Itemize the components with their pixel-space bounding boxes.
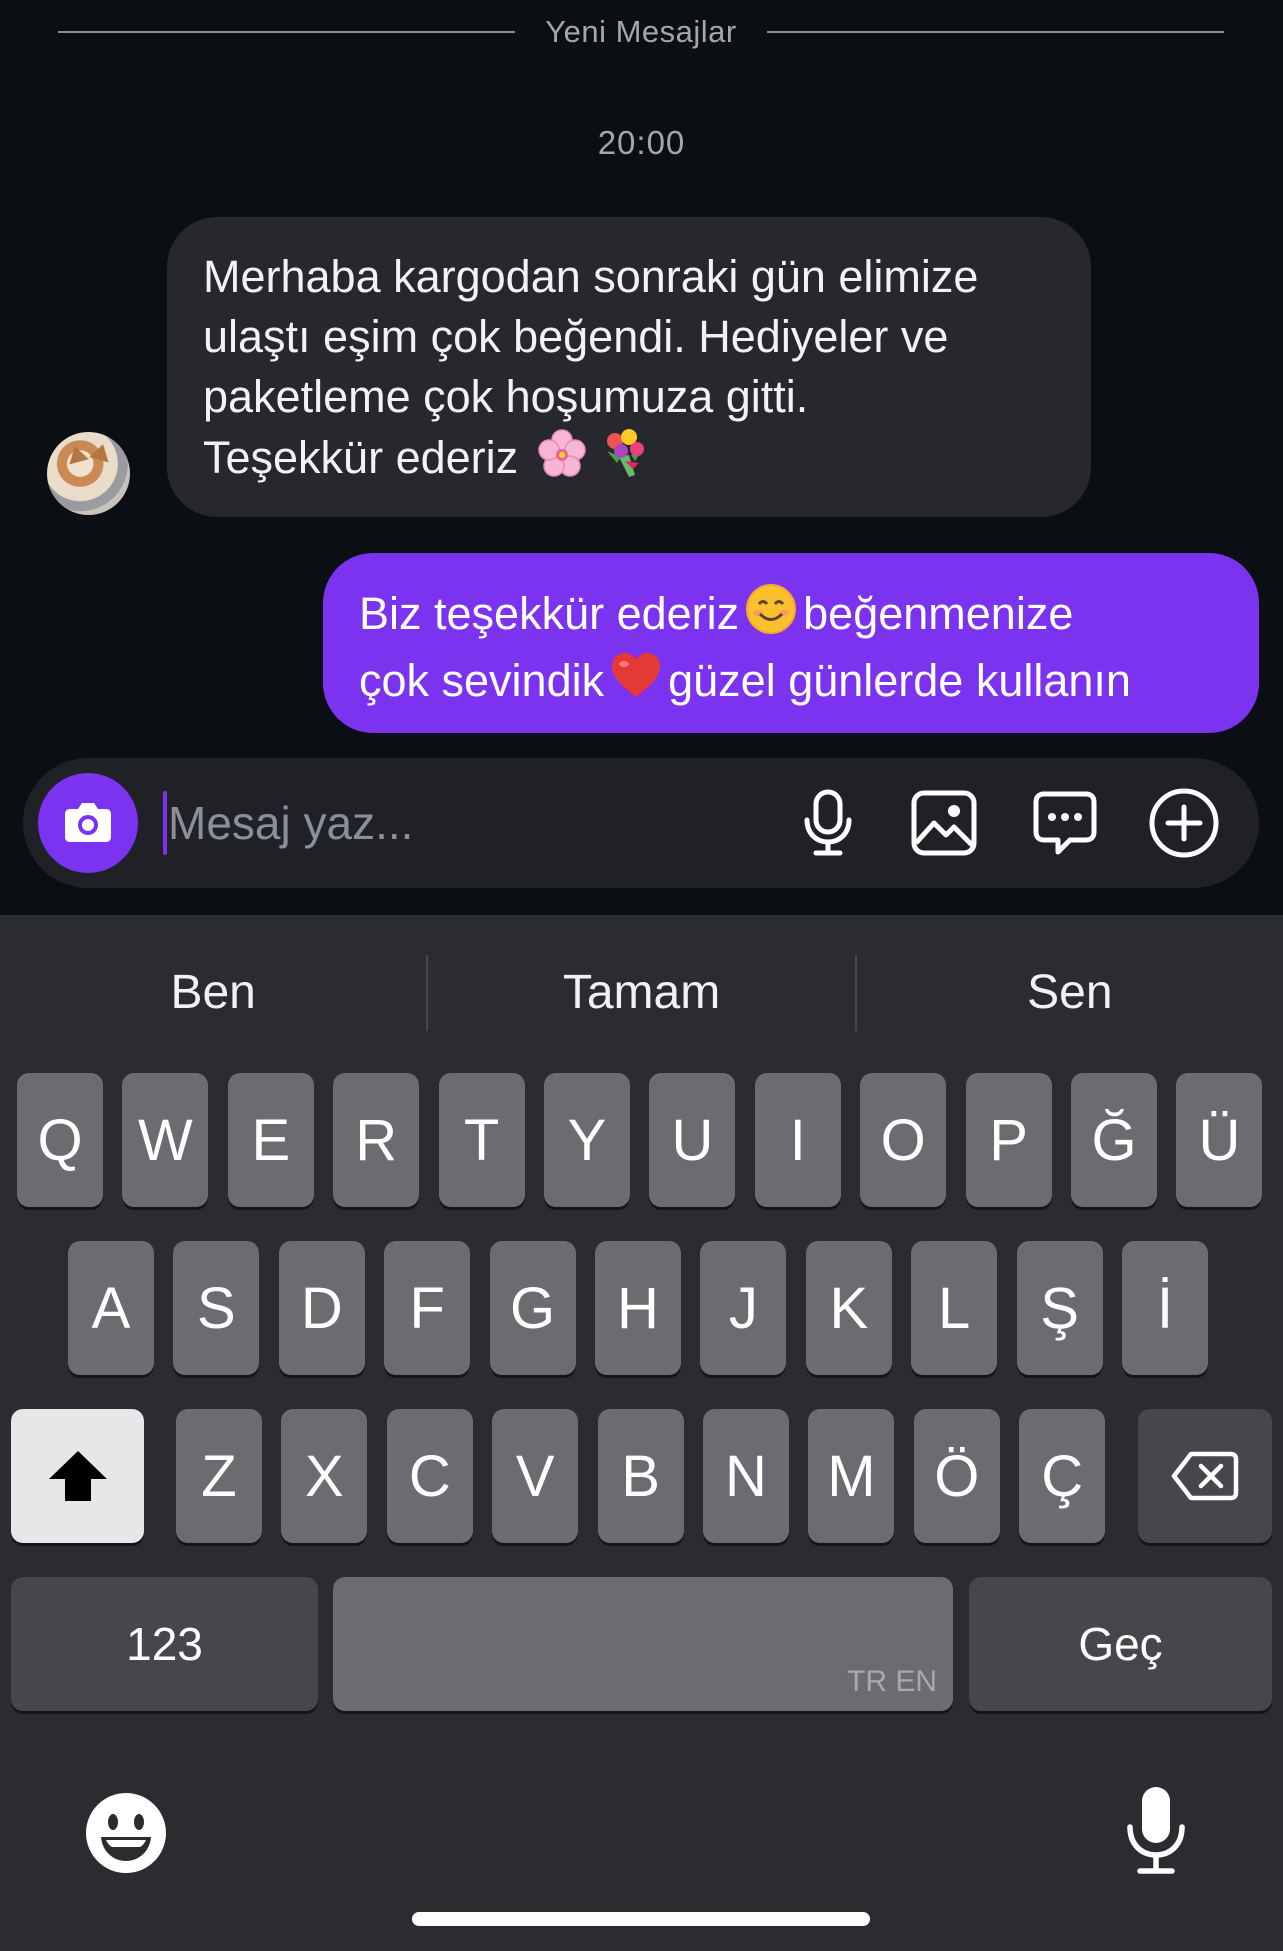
key-a[interactable]: A <box>68 1241 154 1375</box>
add-icon <box>1149 788 1219 858</box>
key-r[interactable]: R <box>333 1073 420 1207</box>
key-v[interactable]: V <box>492 1409 579 1543</box>
message-line: Merhaba kargodan sonraki gün elimize <box>203 251 979 302</box>
chat-screen: Yeni Mesajlar 20:00 Merhaba kargodan son… <box>0 0 1283 1951</box>
microphone-icon <box>804 789 852 856</box>
key-i[interactable]: I <box>754 1073 841 1207</box>
key-row-1: QWERTYUIOPĞÜ <box>0 1073 1283 1207</box>
smiling-face-emoji-icon <box>745 583 797 650</box>
numbers-key[interactable]: 123 <box>11 1577 318 1711</box>
suggestion-ben[interactable]: Ben <box>0 915 426 1070</box>
message-line-with-emoji: Teşekkür ederiz <box>203 427 1055 494</box>
red-heart-emoji-icon <box>610 650 662 717</box>
key-c[interactable]: C <box>386 1409 473 1543</box>
predictive-bar: Ben Tamam Sen <box>0 915 1283 1070</box>
key-row-2: ASDFGHJKLŞİ <box>0 1241 1283 1375</box>
message-text: güzel günlerde kullanın <box>668 655 1131 706</box>
text-cursor <box>163 791 167 855</box>
key-s[interactable]: S <box>173 1241 260 1375</box>
gallery-icon <box>911 790 977 856</box>
key-h[interactable]: H <box>595 1241 681 1375</box>
divider-line-right <box>766 31 1224 33</box>
key-e[interactable]: E <box>227 1073 314 1207</box>
key-row-3: ZXCVBNMÖÇ <box>0 1409 1283 1543</box>
key-f[interactable]: F <box>384 1241 471 1375</box>
suggestion-tamam[interactable]: Tamam <box>428 915 854 1070</box>
key-i̇[interactable]: İ <box>1122 1241 1208 1375</box>
key-g[interactable]: G <box>489 1241 576 1375</box>
language-indicator: TR EN <box>847 1665 937 1698</box>
key-ü[interactable]: Ü <box>1176 1073 1263 1207</box>
key-t[interactable]: T <box>438 1073 525 1207</box>
shift-key[interactable] <box>11 1409 144 1543</box>
sticker-chat-button[interactable] <box>1022 780 1108 866</box>
key-d[interactable]: D <box>278 1241 365 1375</box>
message-line: Teşekkür ederiz <box>203 432 519 483</box>
bouquet-emoji-icon <box>599 427 651 494</box>
voice-message-button[interactable] <box>785 780 871 866</box>
message-text: çok sevindik <box>359 655 605 706</box>
key-l[interactable]: L <box>911 1241 998 1375</box>
new-messages-divider: Yeni Mesajlar <box>58 0 1224 64</box>
cherry-blossom-emoji-icon <box>537 429 587 494</box>
gallery-button[interactable] <box>901 780 987 866</box>
message-line-with-emoji: Biz teşekkür ederiz beğenmenize <box>359 583 1223 650</box>
home-indicator[interactable] <box>412 1912 870 1926</box>
emoji-keyboard-button[interactable] <box>84 1791 168 1880</box>
key-z[interactable]: Z <box>176 1409 262 1543</box>
key-w[interactable]: W <box>122 1073 209 1207</box>
return-key[interactable]: Geç <box>969 1577 1272 1711</box>
key-m[interactable]: M <box>808 1409 895 1543</box>
key-ö[interactable]: Ö <box>913 1409 1000 1543</box>
message-line: ulaştı eşim çok beğendi. Hediyeler ve <box>203 311 949 362</box>
camera-icon <box>65 803 111 842</box>
dictation-button[interactable] <box>1124 1785 1188 1882</box>
key-ş[interactable]: Ş <box>1016 1241 1103 1375</box>
avatar-cat-ear <box>89 441 113 463</box>
sticker-chat-icon <box>1033 791 1097 855</box>
key-o[interactable]: O <box>860 1073 947 1207</box>
new-messages-label: Yeni Mesajlar <box>545 14 737 49</box>
shift-icon <box>48 1451 107 1501</box>
message-composer <box>23 758 1259 888</box>
sender-avatar[interactable] <box>47 432 130 515</box>
message-input[interactable] <box>168 783 768 863</box>
message-text: Biz teşekkür ederiz <box>359 588 740 639</box>
camera-button[interactable] <box>38 773 138 873</box>
avatar-cat-ear <box>65 443 89 465</box>
message-timestamp: 20:00 <box>597 124 686 161</box>
key-u[interactable]: U <box>649 1073 736 1207</box>
add-attachment-button[interactable] <box>1141 780 1227 866</box>
key-x[interactable]: X <box>281 1409 368 1543</box>
space-key[interactable]: TR EN <box>333 1577 953 1711</box>
emoji-icon <box>86 1793 166 1873</box>
outgoing-message-bubble[interactable]: Biz teşekkür ederiz beğenmenize çok sevin… <box>323 553 1259 733</box>
key-y[interactable]: Y <box>544 1073 630 1207</box>
backspace-key[interactable] <box>1138 1409 1272 1543</box>
key-b[interactable]: B <box>597 1409 684 1543</box>
key-k[interactable]: K <box>805 1241 892 1375</box>
key-ç[interactable]: Ç <box>1019 1409 1106 1543</box>
suggestion-sen[interactable]: Sen <box>857 915 1283 1070</box>
message-line-with-emoji: çok sevindik güzel günlerde kullanın <box>359 650 1223 717</box>
message-line: paketleme çok hoşumuza gitti. <box>203 371 809 422</box>
key-n[interactable]: N <box>703 1409 789 1543</box>
divider-line-left <box>58 31 516 33</box>
key-q[interactable]: Q <box>17 1073 103 1207</box>
incoming-message-bubble[interactable]: Merhaba kargodan sonraki gün elimize ula… <box>167 217 1091 517</box>
dictation-icon <box>1127 1787 1185 1874</box>
message-thread: Yeni Mesajlar 20:00 Merhaba kargodan son… <box>0 0 1283 915</box>
key-ğ[interactable]: Ğ <box>1071 1073 1157 1207</box>
backspace-icon <box>1171 1451 1239 1501</box>
key-j[interactable]: J <box>700 1241 787 1375</box>
key-p[interactable]: P <box>965 1073 1052 1207</box>
key-row-4: 123 TR EN Geç <box>0 1577 1283 1711</box>
onscreen-keyboard: Ben Tamam Sen QWERTYUIOPĞÜ ASDFGHJKLŞİ Z… <box>0 915 1283 1951</box>
message-text: beğenmenize <box>803 588 1074 639</box>
